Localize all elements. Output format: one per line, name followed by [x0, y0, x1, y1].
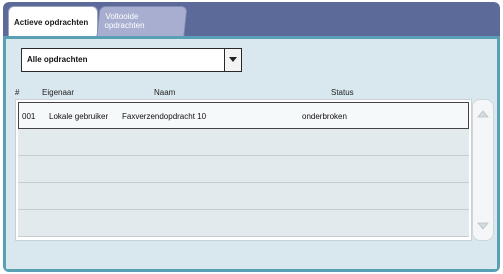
jobs-table: 001 Lokale gebruiker Faxverzendopdracht … [15, 99, 472, 241]
tab-bar: Actieve opdrachten Voltooide opdrachten [3, 2, 500, 36]
tab-active-jobs-label: Actieve opdrachten [14, 18, 89, 27]
jobs-panel: Alle opdrachten # Eigenaar Naam Status 0… [3, 36, 500, 272]
scroll-down-icon[interactable] [477, 222, 489, 230]
job-filter-dropdown[interactable]: Alle opdrachten [21, 48, 242, 72]
row-status: onderbroken [302, 112, 347, 121]
column-header-name: Naam [154, 88, 176, 97]
row-number: 001 [22, 112, 36, 121]
scroll-up-icon[interactable] [477, 110, 489, 118]
tab-completed-jobs[interactable]: Voltooide opdrachten [96, 6, 188, 36]
table-scrollbar[interactable] [472, 99, 494, 241]
tab-completed-jobs-label-line2: opdrachten [104, 21, 145, 30]
column-header-owner: Eigenaar [42, 88, 75, 97]
table-row-empty [18, 183, 469, 210]
table-row-empty [18, 156, 469, 183]
chevron-down-icon [229, 57, 237, 62]
table-row-empty [18, 129, 469, 156]
job-status-window: Actieve opdrachten Voltooide opdrachten … [3, 2, 500, 272]
table-row[interactable]: 001 Lokale gebruiker Faxverzendopdracht … [18, 102, 469, 129]
job-filter-value: Alle opdrachten [27, 55, 88, 64]
tab-active-jobs[interactable]: Actieve opdrachten [8, 6, 98, 36]
row-owner: Lokale gebruiker [49, 112, 109, 121]
row-job-name: Faxverzendopdracht 10 [122, 112, 207, 121]
column-header-status: Status [331, 88, 354, 97]
tab-completed-jobs-label-line1: Voltooide [105, 12, 139, 21]
column-header-number: # [15, 88, 20, 97]
dropdown-button[interactable] [224, 49, 241, 71]
table-row-empty [18, 210, 469, 237]
